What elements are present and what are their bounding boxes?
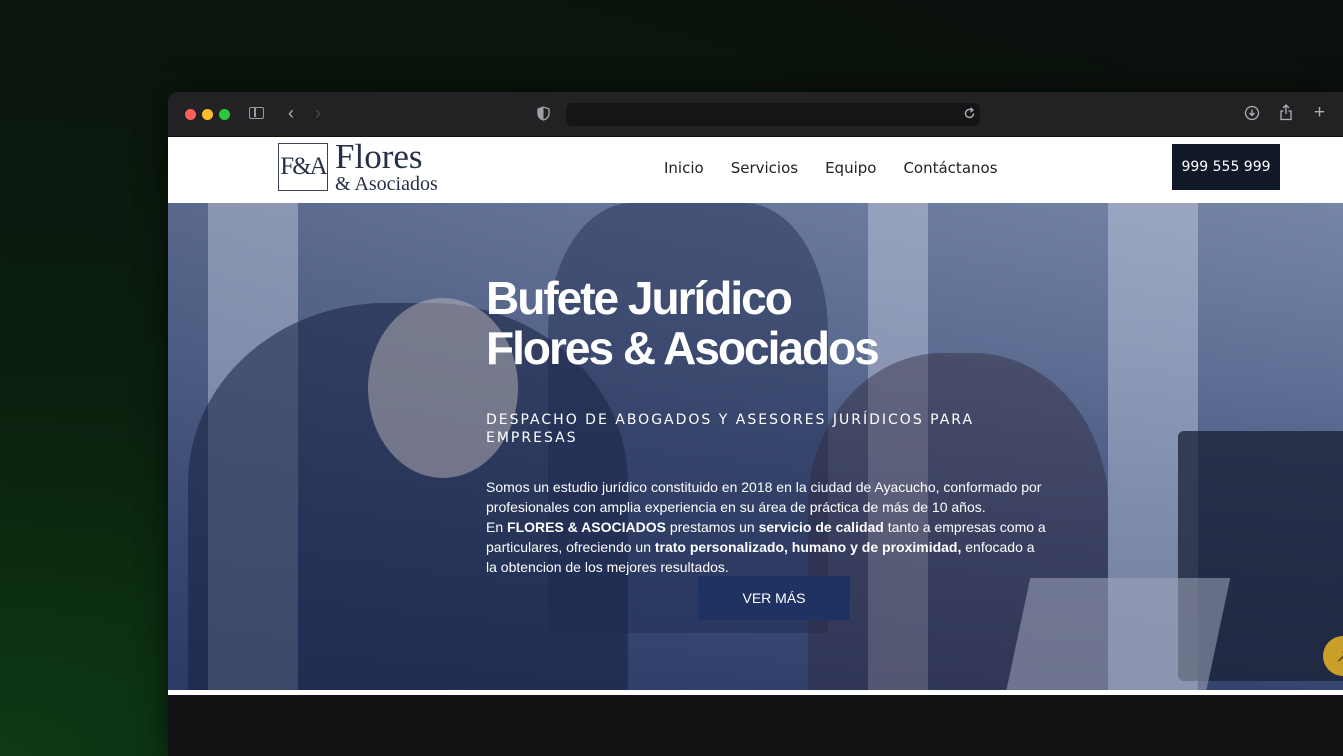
forward-icon[interactable]: › bbox=[315, 104, 321, 122]
hero-description: Somos un estudio jurídico constituido en… bbox=[486, 477, 1046, 577]
download-icon[interactable] bbox=[1244, 105, 1260, 121]
ver-mas-button[interactable]: VER MÁS bbox=[698, 576, 850, 620]
next-section bbox=[168, 695, 1343, 756]
hero-bg-laptop bbox=[1005, 578, 1231, 690]
hero-content: Bufete Jurídico Flores & Asociados DESPA… bbox=[486, 273, 1046, 577]
hero-title-line1: Bufete Jurídico bbox=[486, 272, 793, 324]
hero-title: Bufete Jurídico Flores & Asociados bbox=[486, 273, 1046, 373]
privacy-shield-icon[interactable] bbox=[537, 106, 550, 121]
hero-subtitle: DESPACHO DE ABOGADOS Y ASESORES JURÍDICO… bbox=[486, 412, 975, 446]
minimize-window-button[interactable] bbox=[202, 109, 213, 120]
new-tab-icon[interactable]: + bbox=[1314, 103, 1325, 122]
logo-monogram: F&A bbox=[278, 143, 328, 191]
hero-text-fragment: En bbox=[486, 519, 508, 535]
phone-button[interactable]: 999 555 999 bbox=[1172, 144, 1280, 190]
maximize-window-button[interactable] bbox=[219, 109, 230, 120]
hero-title-line2: Flores & Asociados bbox=[486, 322, 880, 374]
site-navbar: F&A Flores & Asociados Inicio Servicios … bbox=[168, 137, 1343, 203]
hero-text-bold: trato personalizado, humano y de proximi… bbox=[654, 539, 962, 555]
hero-section: Bufete Jurídico Flores & Asociados DESPA… bbox=[168, 203, 1343, 690]
hero-text-fragment: prestamos un bbox=[665, 519, 759, 535]
sidebar-toggle-icon[interactable] bbox=[249, 107, 264, 119]
close-window-button[interactable] bbox=[185, 109, 196, 120]
hero-paragraph-2: En FLORES & ASOCIADOS prestamos un servi… bbox=[486, 517, 1046, 577]
site-logo[interactable]: F&A Flores & Asociados bbox=[278, 138, 458, 195]
address-bar[interactable] bbox=[566, 103, 980, 126]
hero-paragraph-1: Somos un estudio jurídico constituido en… bbox=[486, 479, 1042, 515]
main-menu: Inicio Servicios Equipo Contáctanos bbox=[664, 158, 998, 178]
share-icon[interactable] bbox=[1279, 104, 1293, 121]
browser-window: ‹ › + F&A Flores & Asociados Inicio Serv… bbox=[168, 92, 1343, 756]
nav-equipo[interactable]: Equipo bbox=[825, 158, 876, 178]
back-icon[interactable]: ‹ bbox=[288, 104, 294, 122]
nav-contactanos[interactable]: Contáctanos bbox=[903, 158, 997, 178]
website: F&A Flores & Asociados Inicio Servicios … bbox=[168, 137, 1343, 756]
logo-name: Flores bbox=[335, 137, 423, 176]
nav-servicios[interactable]: Servicios bbox=[731, 158, 798, 178]
browser-toolbar: ‹ › + bbox=[168, 92, 1343, 137]
hero-text-bold: servicio de calidad bbox=[758, 519, 884, 535]
logo-subtitle: & Asociados bbox=[335, 173, 438, 195]
reload-icon[interactable] bbox=[963, 107, 976, 120]
hero-text-bold: FLORES & ASOCIADOS bbox=[507, 519, 666, 535]
nav-inicio[interactable]: Inicio bbox=[664, 158, 704, 178]
